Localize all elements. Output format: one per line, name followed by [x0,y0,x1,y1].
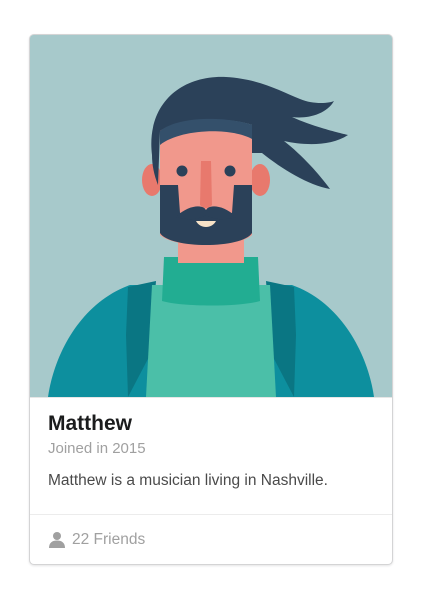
avatar-illustration [30,35,392,397]
user-icon [48,531,66,549]
friends-link[interactable]: 22 Friends [48,531,145,549]
friends-count: 22 Friends [72,530,146,548]
profile-card[interactable]: Matthew Joined in 2015 Matthew is a musi… [29,34,393,565]
card-content: Matthew Joined in 2015 Matthew is a musi… [30,397,392,514]
joined-date: Joined in 2015 [48,440,146,457]
profile-name[interactable]: Matthew [48,411,374,437]
card-extra: 22 Friends [30,514,392,564]
profile-description: Matthew is a musician living in Nashvill… [48,472,328,489]
